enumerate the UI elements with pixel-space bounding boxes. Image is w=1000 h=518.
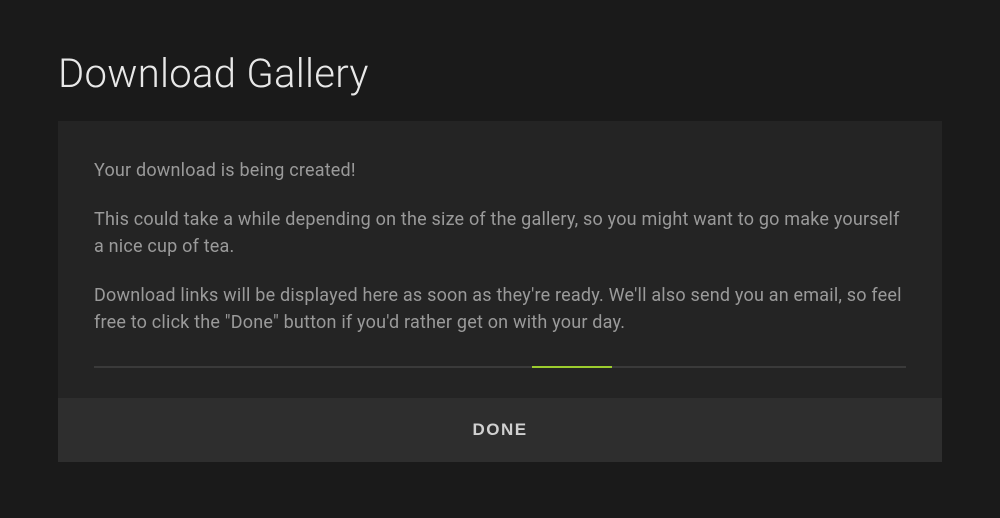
done-button[interactable]: DONE: [58, 398, 942, 462]
status-text: Your download is being created!: [94, 157, 906, 184]
progress-track: [94, 366, 906, 368]
content-panel: Your download is being created! This cou…: [58, 121, 942, 462]
info-text-email: Download links will be displayed here as…: [94, 282, 906, 336]
info-text-wait: This could take a while depending on the…: [94, 206, 906, 260]
button-row: DONE: [58, 398, 942, 462]
dialog-container: Download Gallery Your download is being …: [0, 0, 1000, 462]
progress-bar: [532, 366, 612, 368]
page-title: Download Gallery: [58, 50, 942, 97]
